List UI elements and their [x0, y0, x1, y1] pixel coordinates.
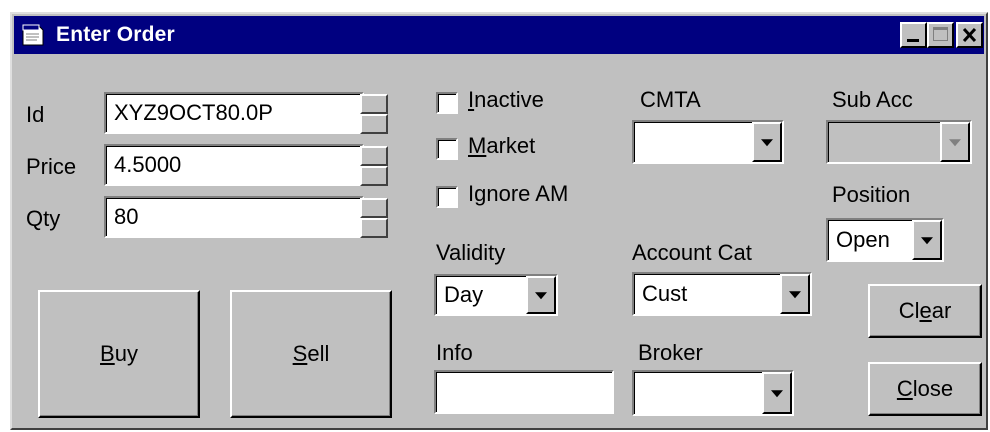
close-label: Close: [896, 376, 954, 401]
id-value: XYZ9OCT80.0P: [114, 100, 273, 125]
id-input[interactable]: XYZ9OCT80.0P: [104, 92, 364, 134]
account-cat-label: Account Cat: [632, 240, 752, 265]
market-checkbox[interactable]: [436, 138, 458, 160]
spin-down-icon[interactable]: [360, 114, 388, 134]
dropdown-arrow-button[interactable]: [752, 122, 782, 162]
close-icon: [962, 27, 977, 43]
window-title: Enter Order: [56, 23, 175, 46]
chevron-down-icon: [789, 291, 801, 299]
price-input[interactable]: 4.5000: [104, 144, 364, 186]
price-spinner[interactable]: [360, 146, 388, 186]
title-bar[interactable]: Enter Order: [14, 16, 984, 54]
spin-down-icon[interactable]: [360, 218, 388, 238]
qty-input[interactable]: 80: [104, 196, 364, 238]
maximize-icon: [933, 27, 948, 41]
broker-select[interactable]: [632, 370, 794, 416]
broker-label: Broker: [638, 340, 703, 365]
clear-button[interactable]: Clear: [868, 284, 982, 338]
validity-label: Validity: [436, 240, 506, 265]
cmta-select[interactable]: [632, 120, 784, 164]
chevron-down-icon: [761, 139, 773, 147]
dropdown-arrow-button[interactable]: [762, 372, 792, 414]
chevron-down-icon: [535, 292, 547, 300]
notepad-icon: [22, 24, 44, 46]
qty-label: Qty: [26, 206, 61, 231]
maximize-button[interactable]: [927, 22, 954, 48]
id-spinner[interactable]: [360, 94, 388, 134]
minimize-icon: [907, 39, 919, 42]
validity-value: Day: [444, 282, 484, 307]
close-button[interactable]: Close: [868, 362, 982, 416]
info-input[interactable]: [434, 370, 614, 414]
ignore-am-label[interactable]: Ignore AM: [468, 181, 568, 207]
qty-spinner[interactable]: [360, 198, 388, 238]
dropdown-arrow-button[interactable]: [912, 220, 942, 260]
info-label: Info: [436, 340, 473, 365]
cmta-label: CMTA: [640, 87, 701, 112]
close-window-button[interactable]: [956, 22, 983, 48]
chevron-down-icon: [771, 390, 783, 398]
price-label: Price: [26, 154, 77, 179]
buy-button[interactable]: Buy: [38, 290, 200, 418]
chevron-down-icon: [921, 237, 933, 245]
account-cat-value: Cust: [642, 281, 688, 306]
inactive-checkbox[interactable]: [436, 92, 458, 114]
dropdown-arrow-button[interactable]: [526, 276, 556, 314]
position-value: Open: [836, 227, 890, 252]
sell-button[interactable]: Sell: [230, 290, 392, 418]
validity-select[interactable]: Day: [434, 274, 558, 316]
account-cat-select[interactable]: Cust: [632, 272, 812, 316]
minimize-button[interactable]: [900, 22, 927, 48]
inactive-label[interactable]: Inactive: [468, 87, 544, 113]
spin-down-icon[interactable]: [360, 166, 388, 186]
price-value: 4.5000: [114, 152, 182, 177]
sub-acc-label: Sub Acc: [832, 87, 913, 112]
position-label: Position: [832, 182, 911, 207]
qty-value: 80: [114, 204, 139, 229]
buy-label: Buy: [100, 341, 138, 366]
market-label[interactable]: Market: [468, 133, 535, 159]
chevron-down-icon: [949, 139, 961, 147]
id-label: Id: [26, 102, 45, 127]
sell-label: Sell: [292, 341, 330, 366]
spin-up-icon[interactable]: [360, 146, 388, 166]
sub-acc-select[interactable]: [826, 120, 972, 164]
spin-up-icon[interactable]: [360, 198, 388, 218]
position-select[interactable]: Open: [826, 218, 944, 262]
enter-order-window: Enter Order Id Price Qty XYZ9OCT80.0P 4.…: [10, 12, 988, 430]
dropdown-arrow-button[interactable]: [780, 274, 810, 314]
spin-up-icon[interactable]: [360, 94, 388, 114]
ignore-am-checkbox[interactable]: [436, 186, 458, 208]
dropdown-arrow-button[interactable]: [940, 122, 970, 162]
clear-label: Clear: [898, 298, 952, 323]
